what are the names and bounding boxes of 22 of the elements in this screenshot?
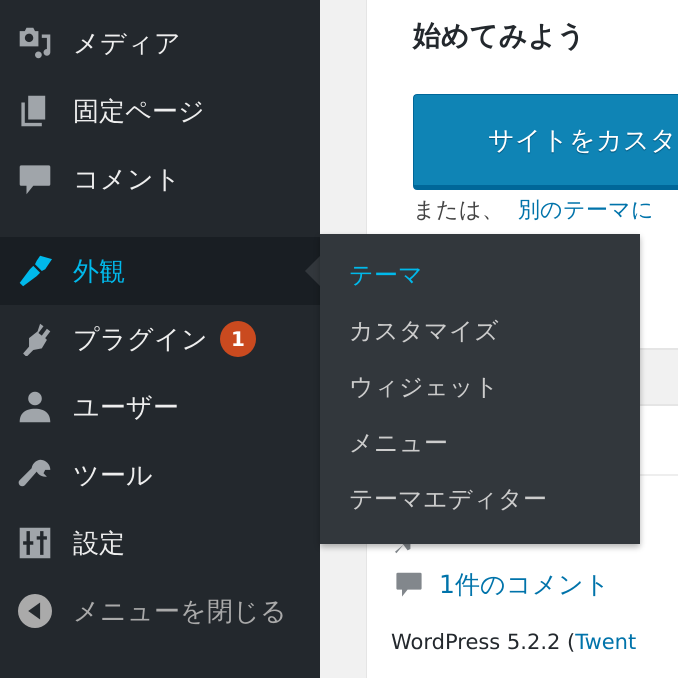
section-heading: 始めてみよう — [413, 18, 587, 54]
submenu-item[interactable]: カスタマイズ — [320, 303, 640, 359]
submenu-item[interactable]: テーマ — [320, 247, 640, 303]
menu-item[interactable]: ツール — [0, 441, 320, 509]
menu-item[interactable]: 固定ページ — [0, 77, 320, 145]
version-text: WordPress 5.2.2 ( — [391, 630, 576, 654]
submenu-item[interactable]: テーマエディター — [320, 471, 640, 527]
menu-item[interactable]: 外観 — [0, 237, 320, 305]
stat-link[interactable]: 1件のコメント — [439, 568, 610, 600]
customize-button[interactable]: サイトをカスタ — [413, 94, 678, 190]
update-count-badge: 1 — [220, 321, 256, 357]
collapse-menu-button[interactable]: メニューを閉じる — [0, 577, 320, 645]
menu-item[interactable]: メディア — [0, 9, 320, 77]
submenu-item[interactable]: メニュー — [320, 415, 640, 471]
theme-link[interactable]: 別のテーマに — [518, 198, 654, 224]
alt-text: または、 — [413, 198, 504, 224]
submenu-item[interactable]: ウィジェット — [320, 359, 640, 415]
theme-name-link[interactable]: Twent — [575, 630, 636, 654]
menu-item[interactable]: コメント — [0, 145, 320, 213]
menu-item[interactable]: プラグイン 1 — [0, 305, 320, 373]
menu-item[interactable]: 設定 — [0, 509, 320, 577]
menu-item[interactable]: ユーザー — [0, 373, 320, 441]
